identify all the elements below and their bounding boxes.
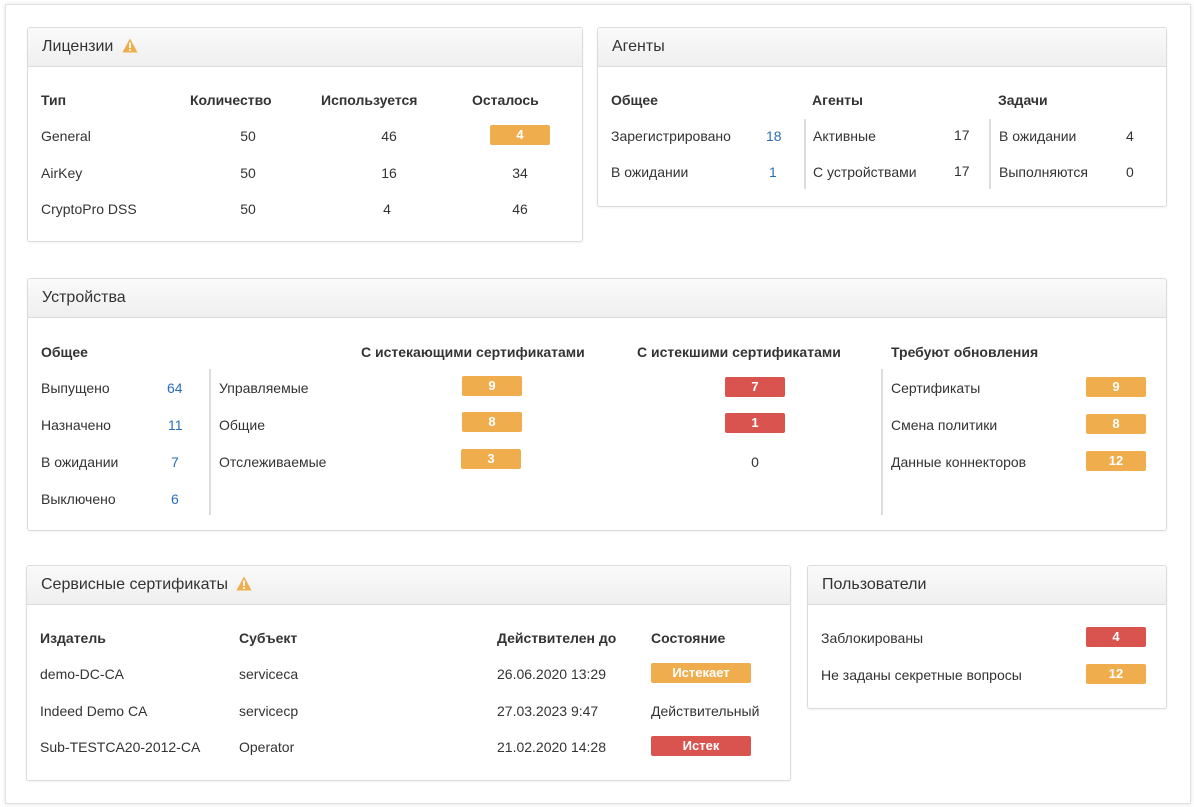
devices-expiring-header: С истекающими сертификатами (361, 344, 585, 360)
agents-pending-label: В ожидании (611, 164, 689, 180)
cert-issuer: Indeed Demo CA (40, 703, 148, 719)
updates-certificates-label: Сертификаты (891, 380, 981, 396)
cert-issuer: demo-DC-CA (40, 666, 125, 682)
certs-header-subject: Субъект (239, 630, 298, 646)
tasks-pending-label: В ожидании (999, 128, 1077, 144)
agents-registered-label: Зарегистрировано (611, 128, 731, 144)
devices-issued-link[interactable]: 64 (167, 380, 183, 396)
warning-icon (122, 38, 138, 53)
users-blocked-badge[interactable]: 4 (1086, 627, 1146, 647)
devices-panel: Устройства Общее Выпущено 64 Назначено 1… (27, 278, 1167, 531)
devices-shared-expired-badge[interactable]: 1 (725, 413, 785, 433)
license-type: General (41, 128, 91, 144)
license-type: CryptoPro DSS (41, 201, 137, 217)
agents-active-label: Активные (813, 128, 876, 144)
devices-managed-expired-badge[interactable]: 7 (725, 377, 785, 397)
service-certs-title: Сервисные сертификаты (41, 576, 229, 593)
cert-valid-to: 26.06.2020 13:29 (497, 666, 606, 682)
column-divider (804, 119, 806, 189)
tasks-running-value: 0 (1126, 164, 1134, 180)
agents-devices-value: 17 (954, 163, 970, 179)
updates-connectors-label: Данные коннекторов (891, 454, 1027, 470)
devices-assigned-label: Назначено (41, 417, 111, 433)
devices-panel-header: Устройства (28, 279, 1166, 318)
agents-tasks-header: Задачи (998, 92, 1048, 108)
license-left: 34 (512, 165, 528, 181)
agents-devices-label: С устройствами (813, 164, 917, 180)
licenses-panel: Лицензии Тип Количество Используется Ост… (27, 27, 583, 242)
certs-header-valid-to: Действителен до (497, 630, 617, 646)
devices-updates-header: Требуют обновления (891, 344, 1039, 360)
cert-state-badge: Истекает (651, 663, 751, 683)
devices-pending-link[interactable]: 7 (171, 454, 179, 470)
tasks-running-label: Выполняются (999, 164, 1088, 180)
certs-header-issuer: Издатель (40, 630, 106, 646)
cert-state-badge: Истек (651, 736, 751, 756)
devices-tracked-expiring-badge[interactable]: 3 (461, 449, 521, 469)
cert-valid-to: 27.03.2023 9:47 (497, 703, 599, 719)
license-type: AirKey (41, 165, 83, 181)
devices-tracked-expired-value: 0 (751, 454, 759, 470)
agents-general-header: Общее (611, 92, 658, 108)
license-left: 46 (512, 201, 528, 217)
users-no-questions-label: Не заданы секретные вопросы (821, 667, 1022, 683)
updates-policy-label: Смена политики (891, 417, 998, 433)
devices-shared-label: Общие (219, 417, 266, 433)
cert-issuer: Sub-TESTCA20-2012-CA (40, 739, 201, 755)
devices-general-header: Общее (41, 344, 88, 360)
column-divider (881, 369, 883, 515)
license-count: 50 (240, 201, 256, 217)
license-count: 50 (240, 165, 256, 181)
licenses-header-left: Осталось (472, 92, 539, 108)
users-panel-header: Пользователи (808, 566, 1166, 605)
license-left-badge: 4 (490, 125, 550, 145)
devices-title: Устройства (42, 289, 126, 306)
devices-disabled-label: Выключено (41, 491, 116, 507)
cert-subject: Operator (239, 739, 295, 755)
cert-subject: servicecp (239, 703, 299, 719)
agents-pending-link[interactable]: 1 (769, 164, 777, 180)
licenses-title: Лицензии (42, 38, 114, 55)
devices-managed-expiring-badge[interactable]: 9 (462, 376, 522, 396)
licenses-header-used: Используется (321, 92, 418, 108)
updates-connectors-badge[interactable]: 12 (1086, 451, 1146, 471)
users-panel: Пользователи Заблокированы 4 Не заданы с… (807, 565, 1167, 709)
users-title: Пользователи (822, 576, 927, 593)
license-used: 4 (383, 201, 391, 217)
devices-assigned-link[interactable]: 11 (168, 417, 183, 433)
tasks-pending-value: 4 (1126, 128, 1134, 144)
license-count: 50 (240, 128, 256, 144)
service-certs-panel-header: Сервисные сертификаты (27, 566, 790, 605)
devices-pending-label: В ожидании (41, 454, 119, 470)
licenses-header-type: Тип (41, 92, 67, 108)
agents-title: Агенты (612, 38, 665, 55)
devices-tracked-label: Отслеживаемые (219, 454, 327, 470)
agents-panel: Агенты Общее Зарегистрировано 18 В ожида… (597, 27, 1167, 207)
licenses-header-count: Количество (190, 92, 272, 108)
warning-icon (236, 576, 253, 591)
column-divider (209, 369, 211, 515)
agents-agents-header: Агенты (812, 92, 863, 108)
devices-managed-label: Управляемые (219, 380, 309, 396)
devices-issued-label: Выпущено (41, 380, 110, 396)
license-used: 46 (381, 128, 397, 144)
devices-shared-expiring-badge[interactable]: 8 (462, 412, 522, 432)
devices-expired-header: С истекшими сертификатами (637, 344, 841, 360)
updates-policy-badge[interactable]: 8 (1086, 414, 1146, 434)
column-divider (989, 119, 991, 189)
agents-active-value: 17 (954, 127, 970, 143)
devices-disabled-link[interactable]: 6 (171, 491, 179, 507)
cert-subject: serviceca (239, 666, 299, 682)
users-blocked-label: Заблокированы (821, 630, 924, 646)
licenses-panel-header: Лицензии (28, 28, 582, 67)
license-used: 16 (381, 165, 397, 181)
agents-registered-link[interactable]: 18 (766, 128, 782, 144)
certs-header-state: Состояние (651, 630, 726, 646)
updates-certificates-badge[interactable]: 9 (1086, 377, 1146, 397)
service-certs-panel: Сервисные сертификаты Издатель Субъект Д… (26, 565, 791, 781)
cert-state: Действительный (651, 703, 760, 719)
cert-valid-to: 21.02.2020 14:28 (497, 739, 606, 755)
agents-panel-header: Агенты (598, 28, 1166, 67)
users-no-questions-badge[interactable]: 12 (1086, 664, 1146, 684)
